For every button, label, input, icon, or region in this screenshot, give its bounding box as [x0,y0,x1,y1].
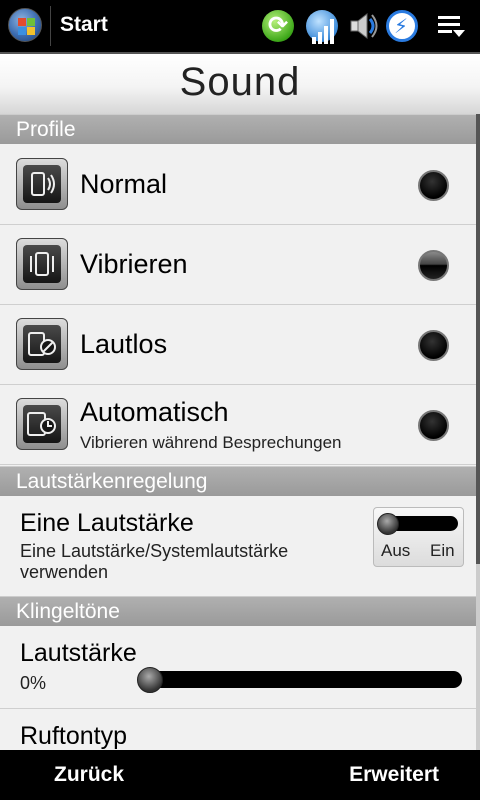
profile-row-automatic[interactable]: Automatisch Vibrieren während Besprechun… [0,385,476,465]
back-softkey[interactable]: Zurück [54,763,124,787]
automatic-clock-icon [16,398,68,450]
speaker-icon[interactable] [348,10,380,42]
profile-label: Normal [80,169,168,199]
ring-volume-slider-knob[interactable] [137,667,163,693]
windows-start-icon[interactable] [8,8,42,42]
ring-volume-slider-track[interactable] [140,671,462,688]
speaker-phone-icon [16,158,68,210]
ring-tone-row[interactable]: Ruftontyp [0,710,476,750]
section-header-volume-control: Lautstärkenregelung [0,466,476,496]
ring-volume-row[interactable]: Lautstärke 0% [0,627,476,709]
status-divider [50,6,51,46]
section-header-ringtones: Klingeltöne [0,596,476,626]
toggle-on-label: Ein [430,541,455,560]
ring-volume-value: 0% [20,673,47,693]
profile-label: Lautlos [80,329,168,359]
vibrate-icon [16,238,68,290]
scrollbar[interactable] [476,114,480,750]
page-title: Sound [179,60,301,104]
ring-volume-title: Lautstärke [20,639,137,667]
profile-sublabel: Vibrieren während Besprechungen [80,433,342,452]
profile-radio[interactable] [418,170,449,201]
silent-icon [16,318,68,370]
toggle-off-label: Aus [381,541,411,560]
profile-row-normal[interactable]: Normal [0,145,476,225]
start-title[interactable]: Start [60,13,108,37]
softkey-bar: Zurück Erweitert [0,750,480,800]
profile-radio[interactable] [418,410,449,441]
battery-bolt-icon[interactable] [386,10,418,42]
profile-label: Automatisch [80,397,229,427]
single-volume-title: Eine Lautstärke [20,509,194,537]
ring-tone-title: Ruftontyp [20,722,128,750]
single-volume-row[interactable]: Eine Lautstärke Eine Lautstärke/Systemla… [0,501,476,593]
scrollbar-thumb[interactable] [476,114,480,564]
single-volume-description: Eine Lautstärke/Systemlautstärke verwend… [20,541,289,582]
profile-row-silent[interactable]: Lautlos [0,305,476,385]
profile-radio[interactable] [418,330,449,361]
profile-radio-selected[interactable] [418,250,449,281]
menu-icon[interactable] [436,10,468,42]
status-bar: Start [0,0,480,52]
profile-label: Vibrieren [80,249,188,279]
section-header-profiles: Profile [0,114,476,144]
advanced-softkey[interactable]: Erweitert [349,763,439,787]
profile-row-vibrate[interactable]: Vibrieren [0,225,476,305]
single-volume-toggle[interactable]: Aus Ein [373,507,464,567]
sync-icon[interactable] [262,10,294,42]
toggle-knob[interactable] [377,513,399,535]
signal-icon[interactable] [312,18,336,44]
settings-content[interactable]: Profile Normal Vibrieren Lautlos Automat… [0,114,480,750]
page-header: Sound [0,52,480,114]
